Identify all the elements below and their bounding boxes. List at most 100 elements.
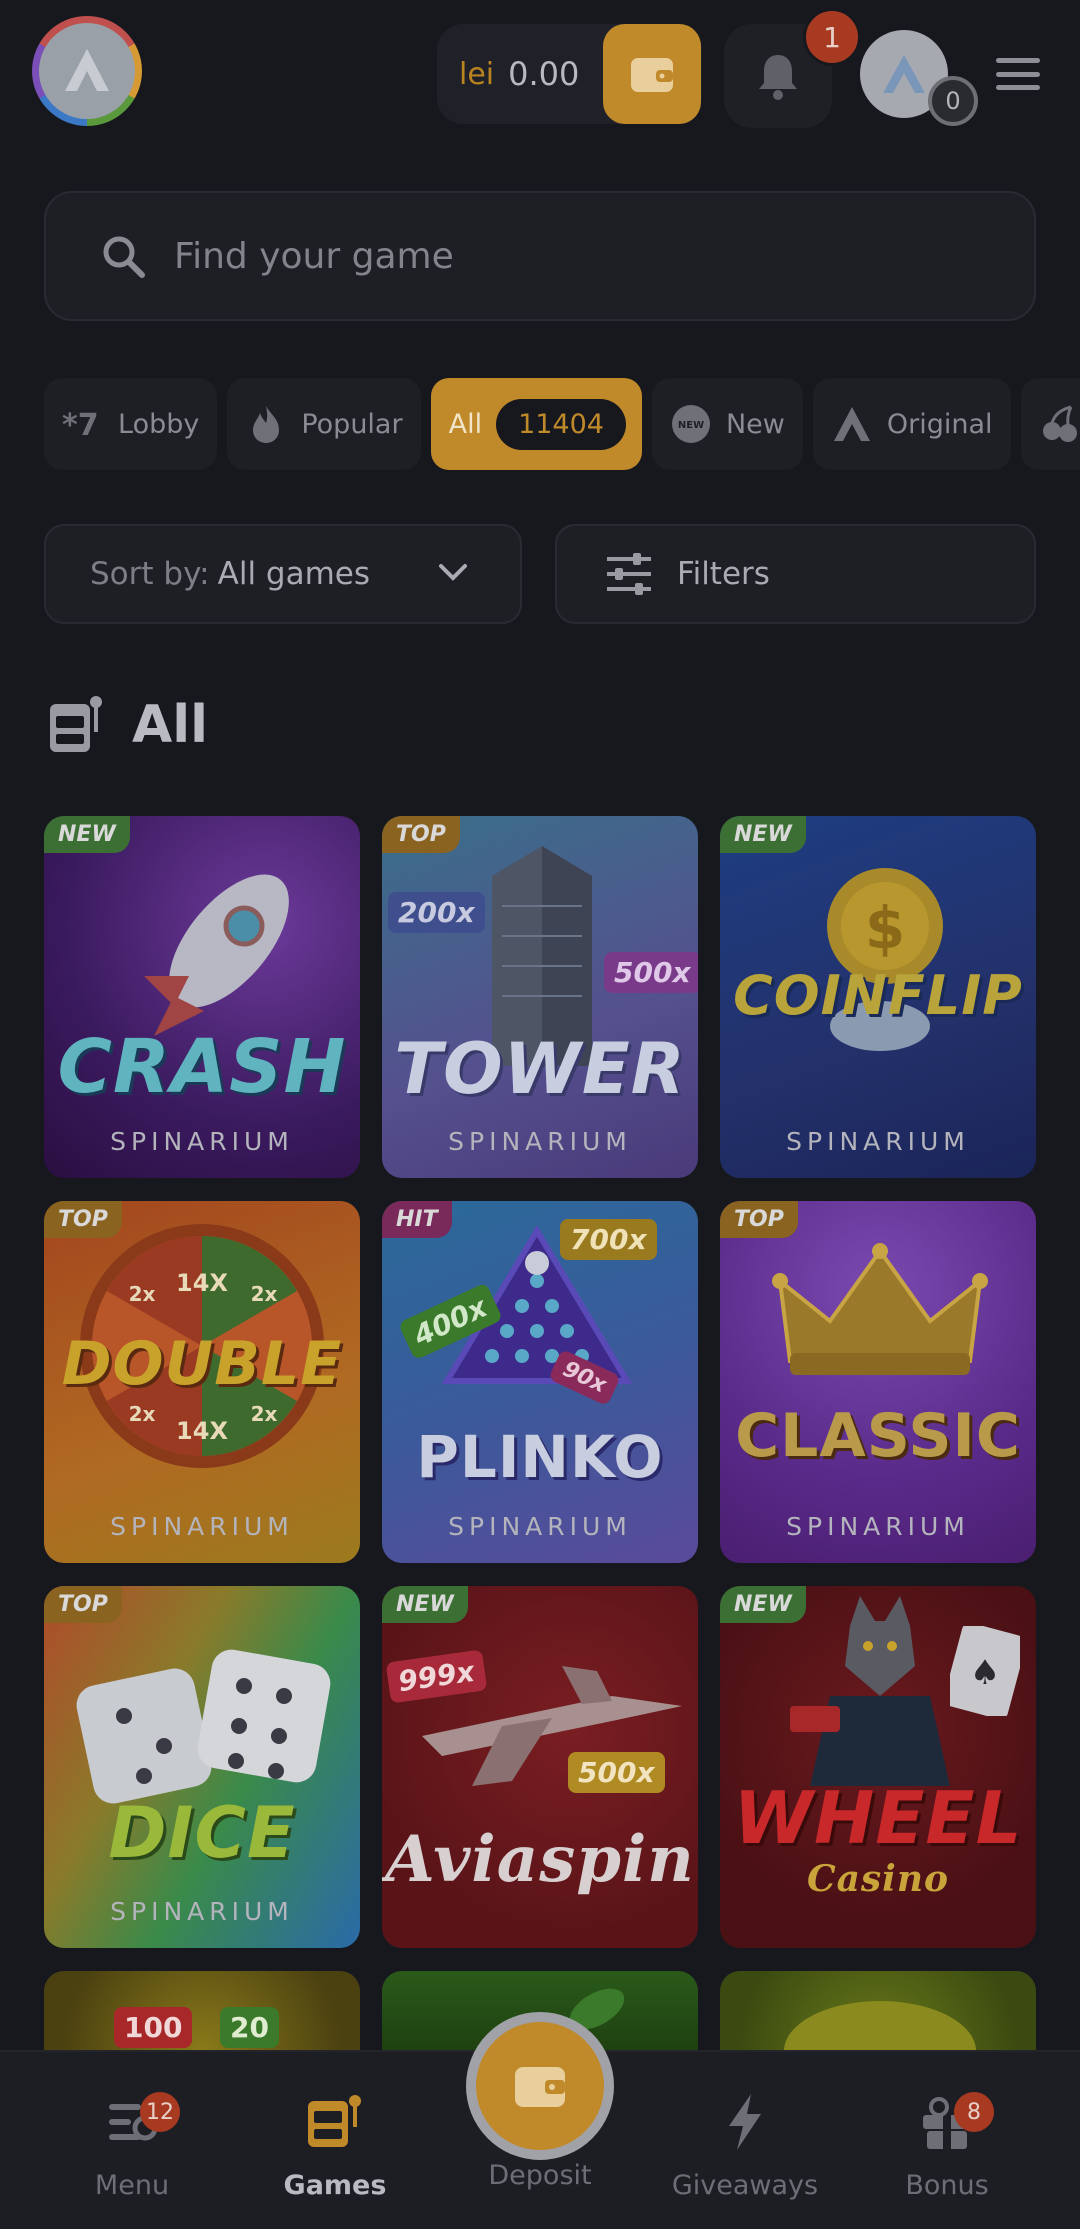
- section-header: All: [48, 690, 208, 760]
- multiplier-label: 500x: [604, 952, 698, 993]
- tab-all[interactable]: All 11404: [430, 378, 642, 470]
- nav-giveaways[interactable]: Giveaways: [660, 2092, 830, 2201]
- tab-label: Original: [886, 408, 993, 440]
- coin-icon: [784, 2001, 976, 2051]
- game-card-aviaspin[interactable]: 999x 500x Aviaspin NEW: [382, 1586, 698, 1948]
- game-card-wheel-casino[interactable]: ♠ WHEEL Casino NEW: [720, 1586, 1036, 1948]
- tab-label: Lobby: [118, 408, 200, 440]
- logo-mark-icon: [39, 23, 135, 119]
- game-title: DOUBLE: [61, 1329, 343, 1399]
- game-badge: NEW: [720, 816, 806, 853]
- game-badge: NEW: [720, 1586, 806, 1623]
- game-provider: SPINARIUM: [786, 1512, 970, 1541]
- original-logo-icon: [833, 407, 870, 441]
- game-title: PLINKO: [416, 1423, 664, 1491]
- tab-slots[interactable]: [1020, 378, 1080, 470]
- fire-icon: [253, 406, 280, 443]
- multiplier-label: 2x: [251, 1282, 278, 1306]
- game-badge: NEW: [382, 1586, 468, 1623]
- sort-value: All games: [217, 556, 371, 592]
- top-header: lei 0.00 1 0: [0, 0, 1080, 150]
- slot-machine-icon: [308, 2095, 361, 2147]
- game-badge: TOP: [44, 1201, 122, 1238]
- game-badge: TOP: [44, 1586, 122, 1623]
- multiplier-label: 14X: [176, 1417, 228, 1445]
- game-card-dice[interactable]: DICE SPINARIUM TOP: [44, 1586, 360, 1948]
- search-icon: [103, 236, 145, 278]
- section-title: All: [132, 695, 208, 755]
- multiplier-label: 2x: [129, 1282, 156, 1306]
- tab-label: All: [448, 408, 483, 440]
- tab-new[interactable]: NEW New: [651, 378, 803, 470]
- tab-lobby[interactable]: *7 Lobby: [44, 378, 218, 470]
- nav-label: Giveaways: [671, 2170, 819, 2201]
- game-card-partial[interactable]: 100 20: [44, 1971, 360, 2051]
- balance-amount: 0.00: [508, 55, 580, 93]
- game-title: Aviaspin: [385, 1822, 695, 1897]
- nav-bonus[interactable]: Bonus: [862, 2092, 1032, 2201]
- game-card-coinflip[interactable]: $ COINFLIP SPINARIUM NEW: [720, 816, 1036, 1178]
- svg-text:$: $: [865, 894, 905, 962]
- game-card-double[interactable]: 14X 2x 2x 2x 2x 14X DOUBLE SPINARIUM TOP: [44, 1201, 360, 1563]
- svg-text:NEW: NEW: [678, 420, 704, 431]
- game-title: CLASSIC: [735, 1401, 1021, 1471]
- game-subtitle: Casino: [806, 1858, 950, 1900]
- multiplier-label: 200x: [388, 892, 485, 933]
- game-title: DICE: [108, 1792, 296, 1874]
- multiplier-label: 20: [220, 2007, 279, 2048]
- filters-label: Filters: [677, 556, 770, 592]
- multiplier-label: 2x: [129, 1402, 156, 1426]
- nav-games[interactable]: Games: [250, 2092, 420, 2201]
- wallet-icon: [631, 58, 673, 92]
- nav-label: Games: [283, 2170, 387, 2201]
- search-bar[interactable]: [44, 191, 1036, 321]
- wallet-button[interactable]: [603, 24, 701, 124]
- game-card-plinko[interactable]: 700x 400x 90x PLINKO SPINARIUM HIT: [382, 1201, 698, 1563]
- game-provider: SPINARIUM: [110, 1512, 294, 1541]
- filters-button[interactable]: Filters: [555, 524, 1036, 624]
- game-provider: SPINARIUM: [448, 1127, 632, 1156]
- site-logo[interactable]: [32, 16, 142, 126]
- game-badge: HIT: [382, 1201, 452, 1238]
- lightning-icon: [729, 2094, 761, 2150]
- svg-text:♠: ♠: [970, 1653, 1000, 1693]
- wallet-icon: [515, 2067, 565, 2107]
- game-provider: SPINARIUM: [448, 1512, 632, 1541]
- rocket-icon: [144, 874, 289, 1036]
- games-count-badge: 11404: [496, 398, 626, 450]
- multiplier-label: 500x: [568, 1752, 665, 1793]
- search-input[interactable]: [174, 235, 934, 277]
- hamburger-menu-icon[interactable]: [996, 58, 1040, 90]
- game-title: COINFLIP: [733, 964, 1023, 1027]
- avatar-logo-icon: [883, 55, 925, 93]
- tab-label: New: [725, 408, 785, 440]
- sliders-icon: [607, 553, 651, 595]
- nav-deposit[interactable]: Deposit: [455, 2160, 625, 2191]
- sort-dropdown[interactable]: Sort by: All games: [44, 524, 522, 624]
- game-card-classic[interactable]: CLASSIC SPINARIUM TOP: [720, 1201, 1036, 1563]
- game-title: TOWER: [394, 1028, 686, 1110]
- multiplier-label: 100: [114, 2007, 193, 2048]
- menu-count-badge: 12: [140, 2092, 180, 2132]
- playing-card-icon: ♠: [950, 1626, 1020, 1716]
- dice-icon: [76, 1649, 331, 1804]
- nav-label: Menu: [94, 2170, 170, 2201]
- tab-original[interactable]: Original: [812, 378, 1011, 470]
- multiplier-label: 14X: [176, 1269, 228, 1297]
- crown-icon: [772, 1243, 988, 1375]
- game-card-partial[interactable]: [720, 1971, 1036, 2051]
- game-provider: SPINARIUM: [110, 1897, 294, 1926]
- slot-machine-icon: [50, 696, 102, 752]
- game-title: WHEEL: [733, 1776, 1023, 1860]
- deposit-button[interactable]: [466, 2012, 614, 2160]
- game-badge: NEW: [44, 816, 130, 853]
- game-provider: SPINARIUM: [786, 1127, 970, 1156]
- svg-text:*7: *7: [62, 408, 99, 443]
- bonus-count-badge: 8: [954, 2092, 994, 2132]
- nav-label: Bonus: [905, 2170, 989, 2201]
- game-card-tower[interactable]: 200x 500x TOWER SPINARIUM TOP: [382, 816, 698, 1178]
- tab-popular[interactable]: Popular: [227, 378, 421, 470]
- nav-menu[interactable]: Menu: [47, 2092, 217, 2201]
- game-card-crash[interactable]: CRASH SPINARIUM NEW: [44, 816, 360, 1178]
- currency-label: lei: [459, 56, 495, 92]
